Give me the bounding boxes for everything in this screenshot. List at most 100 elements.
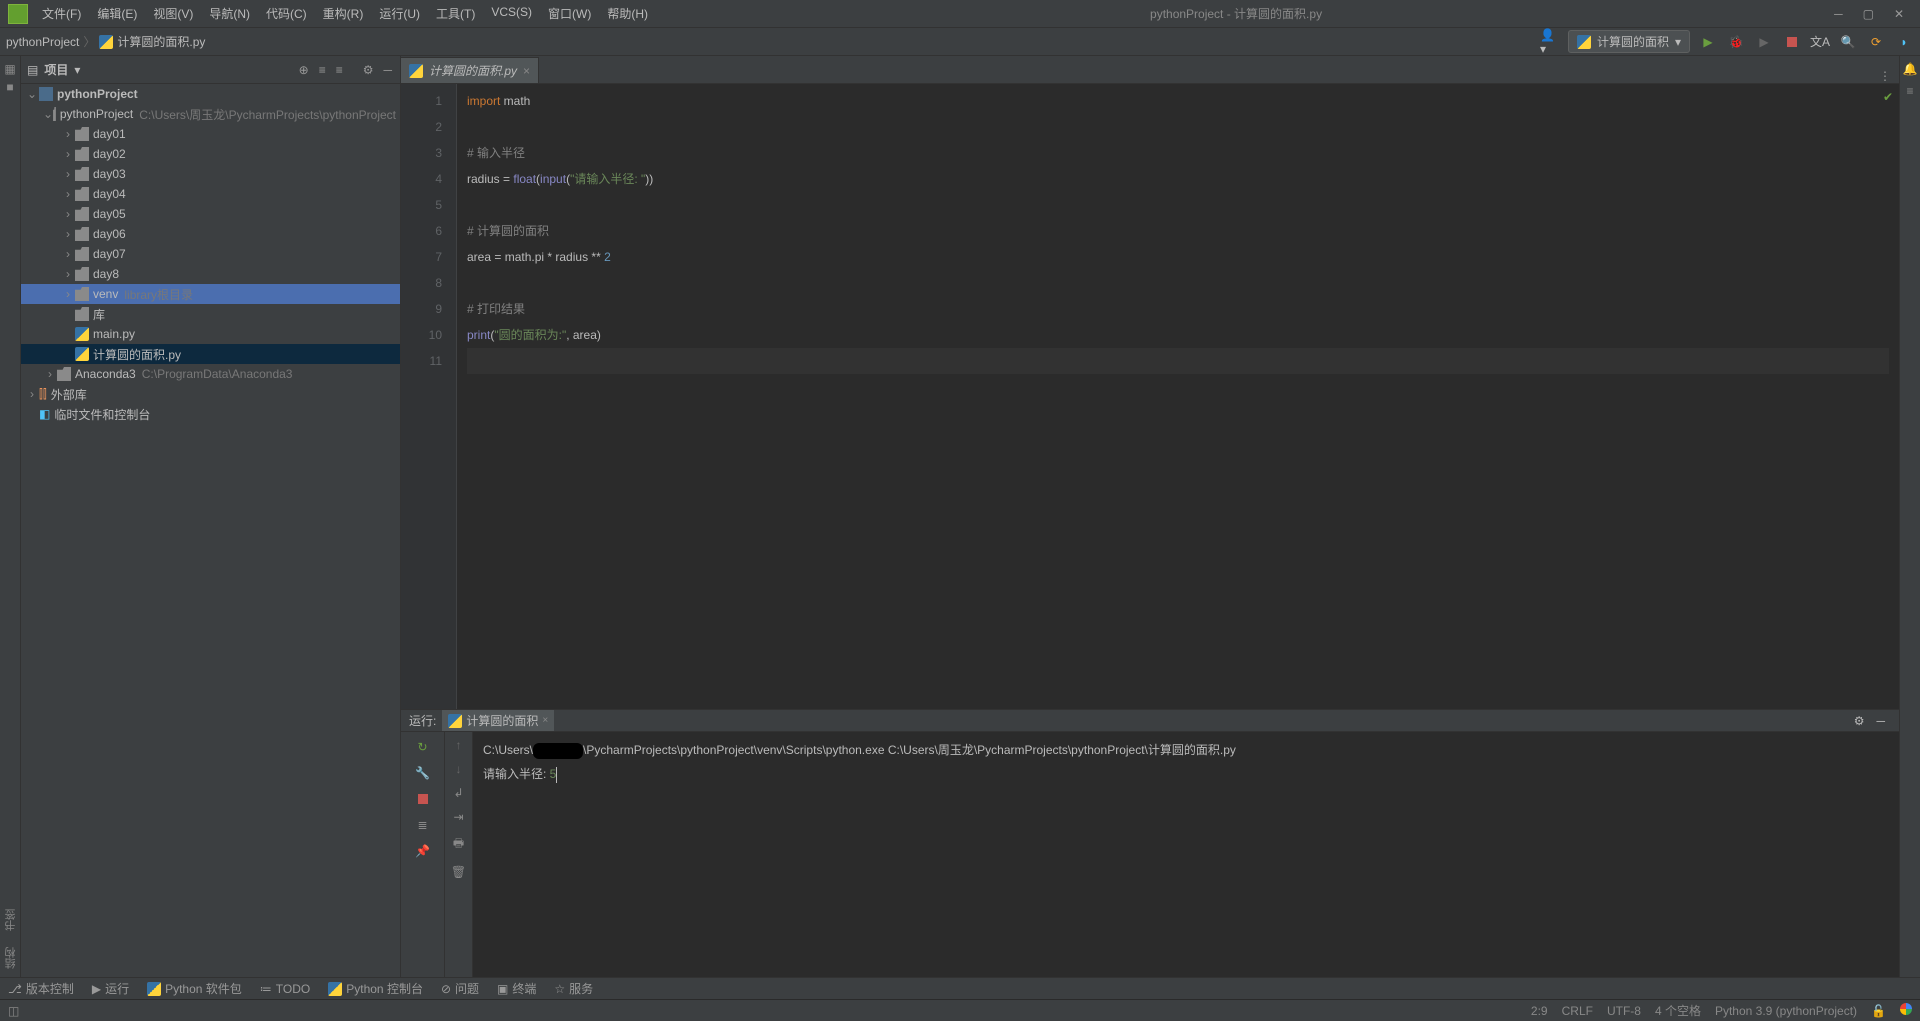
tree-main[interactable]: main.py bbox=[21, 324, 400, 344]
toggle-tools-icon[interactable]: ◫ bbox=[8, 1004, 19, 1018]
minimize-button[interactable]: ─ bbox=[1834, 7, 1843, 21]
trash-icon[interactable]: 🗑 bbox=[451, 865, 466, 879]
tree-day8[interactable]: ›day8 bbox=[21, 264, 400, 284]
close-button[interactable]: ✕ bbox=[1894, 7, 1904, 21]
editor-tab[interactable]: 计算圆的面积.py × bbox=[401, 57, 539, 83]
tabs-more-icon[interactable]: ⋮ bbox=[1871, 69, 1899, 83]
project-tool-icon[interactable]: ▦ bbox=[4, 62, 15, 76]
stop-run-icon[interactable] bbox=[414, 790, 432, 808]
redacted-text bbox=[533, 743, 583, 759]
caret-position[interactable]: 2:9 bbox=[1531, 1004, 1548, 1018]
breadcrumb-file[interactable]: 计算圆的面积.py bbox=[99, 33, 205, 50]
hide-panel-icon[interactable]: ─ bbox=[381, 61, 394, 79]
python-packages-tab[interactable]: Python 软件包 bbox=[147, 980, 242, 997]
google-icon[interactable] bbox=[1900, 1003, 1912, 1018]
tree-scratches[interactable]: ◧临时文件和控制台 bbox=[21, 404, 400, 424]
menu-navigate[interactable]: 导航(N) bbox=[203, 1, 256, 26]
right-tool-rail: 🔔 ≡ bbox=[1899, 56, 1920, 977]
folder-icon bbox=[75, 207, 89, 221]
bookmarks-tab[interactable]: 书签 bbox=[3, 905, 19, 935]
left-tool-rail: ▦ ■ bbox=[0, 56, 21, 977]
readonly-lock-icon[interactable]: 🔓 bbox=[1871, 1004, 1886, 1018]
menu-window[interactable]: 窗口(W) bbox=[542, 1, 597, 26]
menu-file[interactable]: 文件(F) bbox=[36, 1, 87, 26]
up-icon[interactable]: ↑ bbox=[456, 738, 462, 752]
scroll-end-icon[interactable]: ⇥ bbox=[453, 810, 463, 824]
run-config-selector[interactable]: 计算圆的面积 ▾ bbox=[1568, 30, 1690, 53]
tree-lib[interactable]: 库 bbox=[21, 304, 400, 324]
menu-vcs[interactable]: VCS(S) bbox=[485, 1, 538, 26]
tree-day02[interactable]: ›day02 bbox=[21, 144, 400, 164]
search-icon[interactable]: 🔍 bbox=[1838, 32, 1858, 52]
rerun-icon[interactable]: ↻ bbox=[414, 738, 432, 756]
menu-tools[interactable]: 工具(T) bbox=[430, 1, 481, 26]
tree-day04[interactable]: ›day04 bbox=[21, 184, 400, 204]
layout-icon[interactable]: ≣ bbox=[414, 816, 432, 834]
commit-tool-icon[interactable]: ■ bbox=[6, 80, 13, 94]
run-console[interactable]: C:\Users\\PycharmProjects\pythonProject\… bbox=[473, 732, 1899, 977]
run-tool-icon[interactable]: 🔧 bbox=[414, 764, 432, 782]
terminal-tab[interactable]: ▣终端 bbox=[497, 980, 536, 997]
breadcrumb-project[interactable]: pythonProject bbox=[6, 35, 79, 49]
app-logo-icon bbox=[8, 4, 28, 24]
tree-venv[interactable]: ›venvlibrary根目录 bbox=[21, 284, 400, 304]
warning-icon: ⊘ bbox=[441, 982, 451, 996]
inspection-ok-icon[interactable]: ✔ bbox=[1883, 90, 1893, 104]
todo-tab[interactable]: ≔TODO bbox=[260, 982, 310, 996]
problems-tab[interactable]: ⊘问题 bbox=[441, 980, 479, 997]
project-tree[interactable]: ⌄pythonProject ⌄pythonProjectC:\Users\周玉… bbox=[21, 84, 400, 977]
coverage-button[interactable]: ▶ bbox=[1754, 32, 1774, 52]
tree-day01[interactable]: ›day01 bbox=[21, 124, 400, 144]
maximize-button[interactable]: ▢ bbox=[1863, 7, 1874, 21]
code-editor[interactable]: 1234567891011 import math # 输入半径 radius … bbox=[401, 84, 1899, 709]
down-icon[interactable]: ↓ bbox=[456, 762, 462, 776]
menu-run[interactable]: 运行(U) bbox=[373, 1, 426, 26]
tree-day07[interactable]: ›day07 bbox=[21, 244, 400, 264]
python-interpreter[interactable]: Python 3.9 (pythonProject) bbox=[1715, 1004, 1857, 1018]
tree-day06[interactable]: ›day06 bbox=[21, 224, 400, 244]
menu-edit[interactable]: 编辑(E) bbox=[91, 1, 143, 26]
line-separator[interactable]: CRLF bbox=[1562, 1004, 1593, 1018]
run-settings-icon[interactable]: ⚙ bbox=[1848, 714, 1871, 728]
tree-external-libs[interactable]: ›⫿⫿外部库 bbox=[21, 384, 400, 404]
user-icon[interactable]: 👤▾ bbox=[1540, 32, 1560, 52]
expand-all-icon[interactable]: ≡ bbox=[317, 61, 328, 79]
codewithme-icon[interactable]: ◗ bbox=[1894, 32, 1914, 52]
debug-button[interactable]: 🐞 bbox=[1726, 32, 1746, 52]
run-tab-bottom[interactable]: ▶运行 bbox=[92, 980, 129, 997]
close-tab-icon[interactable]: × bbox=[523, 64, 530, 78]
hide-run-icon[interactable]: ─ bbox=[1870, 714, 1891, 728]
settings-icon[interactable]: ⚙ bbox=[361, 61, 376, 79]
run-panel-label: 运行: bbox=[409, 712, 436, 729]
locate-icon[interactable]: ⊕ bbox=[297, 61, 311, 79]
tree-day05[interactable]: ›day05 bbox=[21, 204, 400, 224]
tree-current-file[interactable]: 计算圆的面积.py bbox=[21, 344, 400, 364]
folder-icon bbox=[75, 147, 89, 161]
menu-code[interactable]: 代码(C) bbox=[260, 1, 313, 26]
tree-day03[interactable]: ›day03 bbox=[21, 164, 400, 184]
close-run-tab-icon[interactable]: × bbox=[542, 715, 548, 726]
menu-refactor[interactable]: 重构(R) bbox=[317, 1, 370, 26]
python-console-tab[interactable]: Python 控制台 bbox=[328, 980, 423, 997]
print-icon[interactable]: 🖶 bbox=[453, 834, 464, 855]
database-icon[interactable]: ≡ bbox=[1906, 84, 1913, 98]
notifications-icon[interactable]: 🔔 bbox=[1903, 62, 1918, 76]
translate-icon[interactable]: 文A bbox=[1810, 32, 1830, 52]
run-button[interactable]: ▶ bbox=[1698, 32, 1718, 52]
run-tab[interactable]: 计算圆的面积 × bbox=[442, 710, 554, 731]
sync-icon[interactable]: ⟳ bbox=[1866, 32, 1886, 52]
collapse-all-icon[interactable]: ≡ bbox=[334, 61, 345, 79]
soft-wrap-icon[interactable]: ↲ bbox=[453, 786, 463, 800]
services-tab[interactable]: ☆服务 bbox=[554, 980, 593, 997]
chevron-down-icon[interactable]: ▾ bbox=[74, 63, 80, 77]
version-control-tab[interactable]: ⎇版本控制 bbox=[8, 980, 74, 997]
indent-setting[interactable]: 4 个空格 bbox=[1655, 1002, 1701, 1019]
main-menu: 文件(F) 编辑(E) 视图(V) 导航(N) 代码(C) 重构(R) 运行(U… bbox=[36, 1, 654, 26]
menu-view[interactable]: 视图(V) bbox=[147, 1, 199, 26]
stop-button[interactable] bbox=[1782, 32, 1802, 52]
file-encoding[interactable]: UTF-8 bbox=[1607, 1004, 1641, 1018]
menu-help[interactable]: 帮助(H) bbox=[601, 1, 654, 26]
tree-anaconda[interactable]: ›Anaconda3C:\ProgramData\Anaconda3 bbox=[21, 364, 400, 384]
structure-tab[interactable]: 结构 bbox=[3, 943, 19, 973]
pin-icon[interactable]: 📌 bbox=[414, 842, 432, 860]
